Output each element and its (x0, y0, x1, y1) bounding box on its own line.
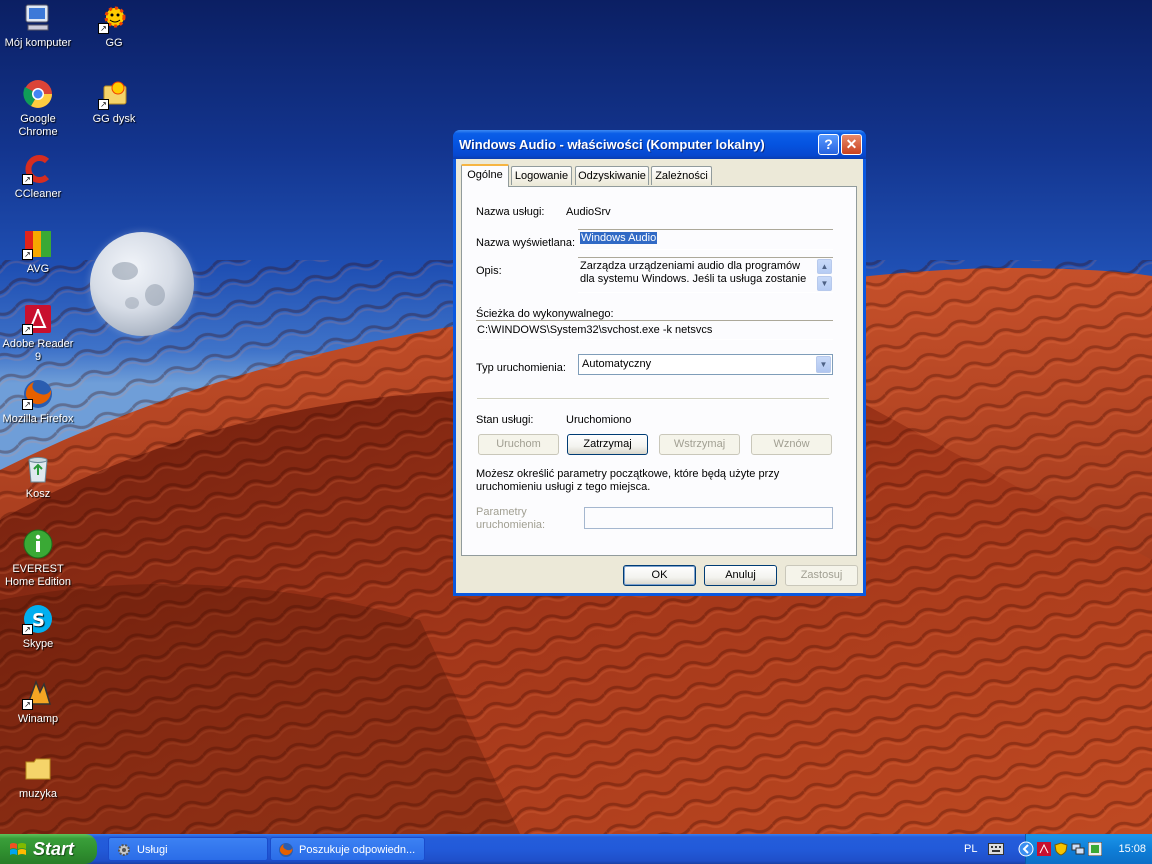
taskbar: Start Usługi Poszukuje odpowiedn... PL 1… (0, 834, 1152, 864)
dialog-titlebar[interactable]: Windows Audio - właściwości (Komputer lo… (453, 130, 866, 159)
tab-dependencies[interactable]: Zależności (651, 166, 712, 185)
start-service-button[interactable]: Uruchom (478, 434, 559, 455)
ccleaner-icon: ↗ (22, 153, 54, 185)
scroll-up-icon[interactable]: ▲ (817, 259, 832, 274)
skype-icon: S ↗ (22, 603, 54, 635)
taskbar-item-services[interactable]: Usługi (108, 837, 268, 861)
tab-logon[interactable]: Logowanie (511, 166, 572, 185)
desktop-icon-avg[interactable]: ↗ AVG (0, 228, 76, 276)
desktop-icon-gg[interactable]: ↗ GG (76, 2, 152, 50)
start-parameters-label: Parametry uruchomienia: (476, 506, 546, 531)
desktop-icon-my-computer[interactable]: Mój komputer (0, 2, 76, 50)
desktop-icon-chrome[interactable]: Google Chrome (0, 78, 76, 139)
chrome-icon (22, 78, 54, 110)
moon (90, 232, 194, 336)
gg-disk-icon: ↗ (98, 78, 130, 110)
scroll-down-icon[interactable]: ▼ (817, 276, 832, 291)
firefox-icon: ↗ (22, 378, 54, 410)
display-name-field[interactable]: Windows Audio (578, 229, 833, 250)
display-name-label: Nazwa wyświetlana: (476, 237, 576, 249)
desktop-icon-recycle-bin[interactable]: Kosz (0, 453, 76, 501)
tab-panel-general: Nazwa usługi: AudioSrv Nazwa wyświetlana… (461, 186, 857, 556)
my-computer-icon (22, 2, 54, 34)
clock[interactable]: 15:08 (1118, 834, 1146, 864)
path-label: Ścieżka do wykonywalnego: (476, 308, 614, 320)
resume-service-button[interactable]: Wznów (751, 434, 832, 455)
shield-icon[interactable] (1054, 842, 1068, 856)
desktop-icon-gg-dysk[interactable]: ↗ GG dysk (76, 78, 152, 126)
taskbar-item-label: Usługi (137, 844, 168, 856)
pause-service-button[interactable]: Wstrzymaj (659, 434, 740, 455)
start-parameters-input[interactable] (584, 507, 833, 529)
adobe-tray-icon[interactable] (1037, 842, 1051, 856)
desktop-icon-winamp[interactable]: ↗ Winamp (0, 678, 76, 726)
startup-type-value: Automatyczny (582, 358, 652, 370)
windows-flag-icon (10, 843, 26, 855)
path-value: C:\WINDOWS\System32\svchost.exe -k netsv… (477, 324, 713, 336)
cancel-button[interactable]: Anuluj (704, 565, 777, 586)
winamp-icon: ↗ (22, 678, 54, 710)
service-name-value: AudioSrv (566, 206, 611, 218)
help-icon: ? (824, 136, 833, 152)
start-parameters-hint: Możesz określić parametry początkowe, kt… (476, 468, 780, 493)
tab-general[interactable]: Ogólne (461, 164, 509, 187)
everest-icon (22, 528, 54, 560)
avg-icon: ↗ (22, 228, 54, 260)
service-status-value: Uruchomiono (566, 414, 632, 426)
taskbar-item-label: Poszukuje odpowiedn... (299, 844, 416, 856)
startup-type-select[interactable]: Automatyczny ▼ (578, 354, 833, 375)
close-icon: ✕ (845, 136, 858, 152)
description-scrollbar[interactable]: ▲ ▼ (817, 259, 832, 291)
adobe-reader-icon: ↗ (22, 303, 54, 335)
close-button[interactable]: ✕ (841, 134, 862, 155)
dialog-title: Windows Audio - właściwości (Komputer lo… (459, 137, 765, 152)
desktop-icon-adobe-reader[interactable]: ↗ Adobe Reader 9 (0, 303, 76, 364)
description-value: Zarządza urządzeniami audio dla programó… (580, 260, 807, 285)
keyboard-icon[interactable] (988, 843, 1004, 855)
recycle-bin-icon (22, 453, 54, 485)
language-indicator[interactable]: PL (964, 834, 977, 864)
chevron-down-icon[interactable]: ▼ (816, 356, 831, 373)
service-status-label: Stan usługi: (476, 414, 534, 426)
folder-icon (22, 753, 54, 785)
firefox-icon (279, 843, 293, 857)
desktop-icon-everest[interactable]: EVEREST Home Edition (0, 528, 76, 589)
gg-sun-icon: ↗ (98, 2, 130, 34)
svg-text:S: S (32, 610, 45, 631)
stop-service-button[interactable]: Zatrzymaj (567, 434, 648, 455)
start-label: Start (33, 839, 75, 859)
startup-type-label: Typ uruchomienia: (476, 362, 566, 374)
tray-expand-icon[interactable] (1018, 841, 1034, 857)
tab-recovery[interactable]: Odzyskiwanie (575, 166, 649, 185)
taskbar-item-firefox[interactable]: Poszukuje odpowiedn... (270, 837, 425, 861)
services-gear-icon (118, 844, 130, 856)
ok-button[interactable]: OK (623, 565, 696, 586)
apply-button[interactable]: Zastosuj (785, 565, 858, 586)
start-button[interactable]: Start (0, 834, 97, 864)
description-field[interactable]: Zarządza urządzeniami audio dla programó… (578, 257, 833, 293)
everest-tray-icon[interactable] (1088, 842, 1102, 856)
system-tray: 15:08 (1018, 834, 1152, 864)
desktop-icon-firefox[interactable]: ↗ Mozilla Firefox (0, 378, 76, 426)
description-label: Opis: (476, 265, 502, 277)
divider (477, 398, 829, 400)
desktop-icon-muzyka[interactable]: muzyka (0, 753, 76, 801)
path-field[interactable]: C:\WINDOWS\System32\svchost.exe -k netsv… (476, 320, 833, 340)
network-icon[interactable] (1071, 842, 1085, 856)
desktop-icon-skype[interactable]: S ↗ Skype (0, 603, 76, 651)
dialog-client: Ogólne Logowanie Odzyskiwanie Zależności… (456, 159, 863, 593)
properties-dialog: Windows Audio - właściwości (Komputer lo… (453, 130, 866, 596)
help-button[interactable]: ? (818, 134, 839, 155)
desktop-icon-ccleaner[interactable]: ↗ CCleaner (0, 153, 76, 201)
display-name-value: Windows Audio (580, 232, 658, 244)
service-name-label: Nazwa usługi: (476, 206, 545, 218)
